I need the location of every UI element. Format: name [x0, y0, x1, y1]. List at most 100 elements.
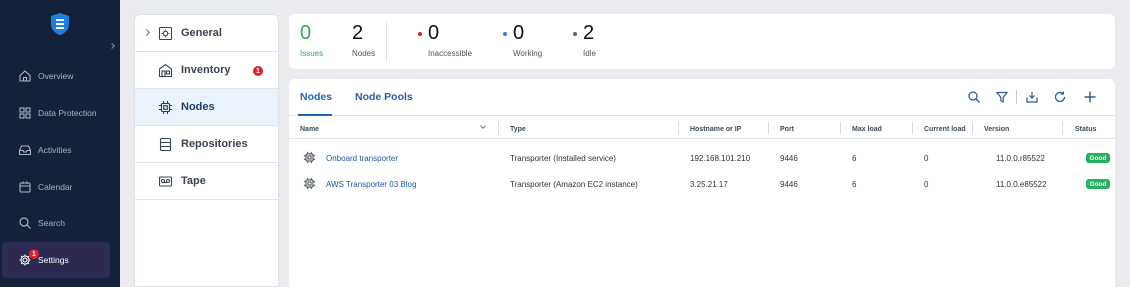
stat-value: 0 — [300, 22, 312, 44]
submenu-item-nodes[interactable]: Nodes — [135, 89, 278, 126]
column-separator[interactable] — [972, 122, 973, 134]
status-dot-icon — [573, 32, 577, 36]
node-host: 3.25.21.17 — [690, 180, 728, 189]
submenu-item-label: Tape — [181, 175, 206, 187]
tape-icon — [158, 175, 173, 187]
filter-icon — [995, 91, 1009, 104]
column-header-type[interactable]: Type — [510, 126, 526, 133]
sidebar-item-settings[interactable]: Settings 1 — [2, 242, 110, 278]
submenu-item-repositories[interactable]: Repositories — [135, 126, 278, 163]
column-separator[interactable] — [498, 122, 499, 134]
node-port: 9446 — [780, 154, 798, 163]
status-badge: Good — [1086, 153, 1110, 163]
stats-divider — [386, 22, 387, 62]
submenu-item-inventory[interactable]: Inventory 1 — [135, 52, 278, 89]
table-row[interactable]: AWS Transporter 03 Blog Transporter (Ama… — [289, 172, 1115, 197]
node-name-link[interactable]: Onboard transporter — [326, 154, 398, 163]
tab-node-pools[interactable]: Node Pools — [355, 91, 413, 103]
node-port: 9446 — [780, 180, 798, 189]
stat-value: 0 — [513, 22, 525, 44]
node-name-link[interactable]: AWS Transporter 03 Blog — [326, 180, 416, 189]
stat-value: 0 — [428, 22, 440, 44]
column-header-status[interactable]: Status — [1075, 126, 1096, 133]
stat-label: Working — [513, 49, 543, 58]
column-separator[interactable] — [840, 122, 841, 134]
stat-issues[interactable]: 0 Issues — [300, 22, 323, 58]
submenu-item-label: General — [181, 27, 222, 39]
tab-bar: Nodes Node Pools — [289, 79, 1115, 116]
submenu-item-label: Nodes — [181, 101, 215, 113]
toolbar-divider — [1016, 90, 1017, 104]
node-type: Transporter (Amazon EC2 instance) — [510, 180, 638, 189]
export-button[interactable] — [1025, 90, 1039, 104]
stat-label: Nodes — [352, 49, 376, 58]
sidebar-item-search[interactable]: Search — [0, 205, 120, 241]
table-row[interactable]: Onboard transporter Transporter (Install… — [289, 146, 1115, 171]
status-dot-icon — [418, 32, 422, 36]
sidebar-item-label: Settings — [38, 255, 69, 265]
column-separator[interactable] — [768, 122, 769, 134]
node-version: 11.0.0.r85522 — [996, 154, 1045, 163]
stat-value: 2 — [583, 22, 595, 44]
add-button[interactable] — [1083, 90, 1097, 104]
table-header-divider — [289, 138, 1115, 139]
sidebar-item-label: Overview — [38, 71, 74, 81]
column-header-version[interactable]: Version — [984, 126, 1009, 133]
sidebar-item-activities[interactable]: Activities — [0, 132, 120, 168]
app-logo-icon[interactable] — [50, 12, 70, 36]
node-host: 192.168.101.210 — [690, 154, 751, 163]
node-current-load: 0 — [924, 180, 929, 189]
filter-button[interactable] — [995, 90, 1009, 104]
settings-box-icon — [158, 26, 173, 40]
active-tab-indicator — [298, 114, 332, 116]
node-current-load: 0 — [924, 154, 929, 163]
status-dot-icon — [503, 32, 507, 36]
column-header-current-load[interactable]: Current load — [924, 126, 966, 133]
column-separator[interactable] — [678, 122, 679, 134]
node-max-load: 6 — [852, 154, 857, 163]
column-header-port[interactable]: Port — [780, 126, 794, 133]
chip-icon — [303, 151, 316, 164]
main-sidebar: Overview Data Protection Activities Cale… — [0, 0, 120, 287]
sidebar-item-label: Activities — [38, 145, 72, 155]
submenu-item-general[interactable]: General — [135, 15, 278, 52]
tab-nodes[interactable]: Nodes — [300, 91, 332, 103]
stat-idle: 2 Idle — [573, 22, 596, 58]
column-header-name[interactable]: Name — [300, 126, 319, 133]
sidebar-item-label: Calendar — [38, 182, 73, 192]
sidebar-item-data-protection[interactable]: Data Protection — [0, 95, 120, 131]
submenu-item-label: Repositories — [181, 138, 248, 150]
column-separator[interactable] — [912, 122, 913, 134]
node-max-load: 6 — [852, 180, 857, 189]
stat-label: Issues — [300, 49, 324, 58]
column-separator[interactable] — [1062, 122, 1063, 134]
sidebar-item-calendar[interactable]: Calendar — [0, 169, 120, 205]
stat-value: 2 — [352, 22, 364, 44]
sidebar-item-overview[interactable]: Overview — [0, 58, 120, 94]
settings-submenu: General Inventory 1 Nodes Repositories T… — [134, 14, 279, 287]
collapse-chevron-icon[interactable] — [109, 43, 115, 49]
node-type: Transporter (Installed service) — [510, 154, 616, 163]
search-icon — [19, 217, 31, 229]
status-badge: Good — [1086, 179, 1110, 189]
inbox-icon — [18, 145, 32, 156]
column-header-max-load[interactable]: Max load — [852, 126, 882, 133]
chip-icon — [159, 100, 172, 114]
stat-working: 0 Working — [503, 22, 543, 58]
download-icon — [1026, 92, 1038, 103]
home-icon — [19, 70, 31, 82]
column-header-host[interactable]: Hostname or IP — [690, 126, 741, 133]
sort-chevron-icon[interactable] — [480, 123, 486, 129]
repository-icon — [159, 137, 172, 151]
grid-icon — [19, 107, 31, 119]
search-button[interactable] — [967, 90, 981, 104]
add-icon — [1084, 91, 1096, 103]
refresh-button[interactable] — [1053, 90, 1067, 104]
notification-badge: 1 — [29, 249, 39, 259]
node-version: 11.0.0.e85522 — [996, 180, 1047, 189]
sidebar-item-label: Data Protection — [38, 108, 97, 118]
stat-inaccessible: 0 Inaccessible — [418, 22, 472, 58]
submenu-item-tape[interactable]: Tape — [135, 163, 278, 200]
node-stats-summary: 0 Issues 2 Nodes 0 Inaccessible 0 Workin… — [289, 14, 1115, 69]
chevron-right-icon[interactable] — [142, 28, 151, 37]
